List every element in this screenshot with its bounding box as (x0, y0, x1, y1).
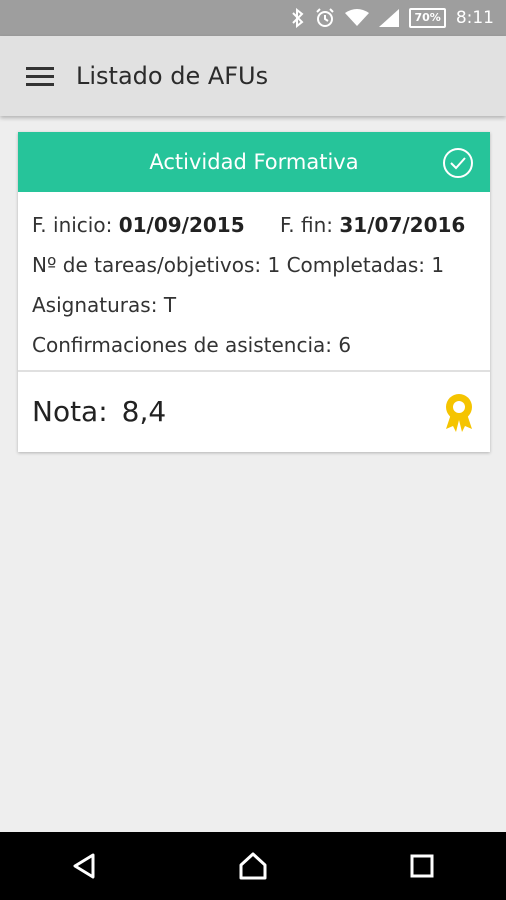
afu-card[interactable]: Actividad Formativa F. inicio: 01/09/201… (18, 132, 490, 452)
grade-label: Nota: (32, 394, 108, 428)
attendance-label: Confirmaciones de asistencia: (32, 333, 333, 357)
subjects-label: Asignaturas: (32, 293, 158, 317)
check-circle-icon (443, 148, 473, 178)
battery-indicator: 70% (409, 8, 446, 28)
end-date-value: 31/07/2016 (339, 213, 466, 237)
dates-row: F. inicio: 01/09/2015 F. fin: 31/07/2016 (32, 210, 476, 250)
alarm-icon (315, 8, 335, 28)
status-bar: 70% 8:11 (0, 0, 506, 36)
card-details: F. inicio: 01/09/2015 F. fin: 31/07/2016… (18, 192, 490, 370)
subjects-row: Asignaturas: T (32, 290, 476, 330)
tasks-row: Nº de tareas/objetivos: 1 Completadas: 1 (32, 250, 476, 290)
bluetooth-icon (291, 8, 305, 28)
wifi-icon (345, 9, 370, 27)
recents-button[interactable] (392, 836, 452, 896)
start-date-label: F. inicio: (32, 213, 113, 237)
card-header: Actividad Formativa (18, 132, 490, 192)
home-icon (239, 852, 267, 880)
home-button[interactable] (223, 836, 283, 896)
signal-icon (379, 9, 400, 27)
back-icon (73, 853, 95, 879)
back-button[interactable] (54, 836, 114, 896)
navigation-bar (0, 832, 506, 900)
recents-icon (410, 854, 434, 878)
end-date-group: F. fin: 31/07/2016 (280, 210, 465, 240)
subjects-value: T (163, 293, 177, 317)
tasks-label: Nº de tareas/objetivos: (32, 253, 262, 277)
attendance-value: 6 (338, 333, 352, 357)
menu-button[interactable] (10, 46, 70, 106)
award-icon (446, 394, 472, 432)
tasks-value: 1 (267, 253, 281, 277)
grade-row: Nota: 8,4 (32, 372, 476, 450)
clock: 8:11 (455, 8, 494, 28)
start-date-value: 01/09/2015 (118, 213, 245, 237)
attendance-row: Confirmaciones de asistencia: 6 (32, 330, 476, 370)
end-date-label: F. fin: (280, 213, 334, 237)
menu-icon (26, 67, 54, 86)
completed-label: Completadas: (286, 253, 426, 277)
card-title: Actividad Formativa (149, 150, 359, 174)
page-title: Listado de AFUs (76, 62, 269, 90)
grade-value: 8,4 (121, 394, 167, 428)
completed-value: 1 (431, 253, 445, 277)
app-bar: Listado de AFUs (0, 36, 506, 116)
